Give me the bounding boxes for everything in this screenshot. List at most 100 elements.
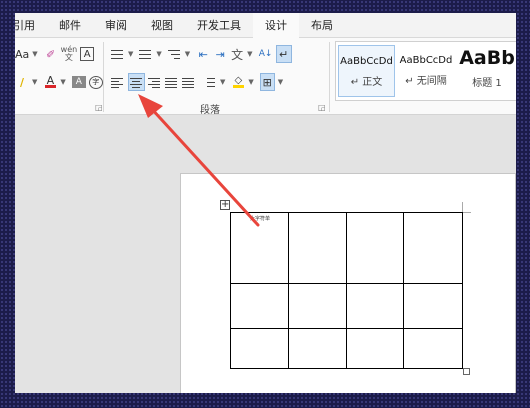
document-area: + 大字符单: [15, 116, 516, 393]
shading-button[interactable]: ◇: [231, 73, 245, 91]
ribbon-tab-bar: 引用 邮件 审阅 视图 开发工具 设计 布局: [15, 13, 516, 38]
show-hide-marks-icon[interactable]: ↵: [275, 45, 292, 63]
character-border-button[interactable]: A: [80, 47, 95, 61]
enclose-characters-button[interactable]: 字: [88, 75, 103, 89]
chevron-down-icon[interactable]: ▼: [156, 50, 161, 58]
table-cell-text: 大字符单: [250, 216, 271, 222]
table-cell[interactable]: [403, 283, 463, 330]
paragraph-group-label: 段落: [200, 105, 220, 116]
word-window: 引用 邮件 审阅 视图 开发工具 设计 布局 Aa ▼ ✐ wén 文 A ∕ …: [15, 13, 516, 393]
table-row: [230, 328, 463, 369]
document-page[interactable]: + 大字符单: [180, 173, 516, 393]
chevron-down-icon[interactable]: ▼: [32, 78, 37, 86]
numbering-icon[interactable]: [139, 45, 153, 63]
chevron-down-icon[interactable]: ▼: [60, 78, 65, 86]
font-color-letter: A: [46, 74, 55, 87]
phonetic-guide-bottom: 文: [64, 53, 73, 62]
styles-gallery: AaBbCcDd ↵ 正文 AaBbCcDd ↵ 无间隔 AaBb 标题 1: [335, 41, 516, 101]
font-group-row-2: ∕ ▼ A ▼ A 字: [15, 72, 106, 92]
table-cell[interactable]: [287, 283, 347, 330]
style-no-spacing[interactable]: AaBbCcDd ↵ 无间隔: [397, 45, 455, 97]
margin-corner-mark: [462, 202, 463, 212]
align-right-icon[interactable]: [148, 73, 162, 91]
chinese-layout-icon[interactable]: 文: [230, 45, 244, 63]
align-right-lines-icon: [148, 77, 160, 88]
chevron-down-icon[interactable]: ▼: [128, 50, 133, 58]
ribbon: Aa ▼ ✐ wén 文 A ∕ ▼ A ▼ A 字 ▼ ▼ ▼ ⇤ ⇥ 文 ▼…: [15, 38, 516, 116]
table-cell[interactable]: [345, 328, 405, 369]
table-cell[interactable]: [230, 328, 289, 369]
line-spacing-lines-icon: [203, 77, 215, 87]
tab-references[interactable]: 引用: [15, 13, 47, 38]
tab-mailings[interactable]: 邮件: [47, 13, 93, 38]
paragraph-dialog-launcher-icon[interactable]: ◲: [318, 103, 326, 112]
style-heading-1-name: 标题 1: [472, 78, 502, 89]
bullets-icon[interactable]: [111, 45, 125, 63]
decrease-indent-icon[interactable]: ⇤: [196, 45, 210, 63]
justify-icon[interactable]: [165, 73, 179, 91]
chevron-down-icon[interactable]: ▼: [32, 50, 37, 58]
chevron-down-icon[interactable]: ▼: [220, 78, 225, 86]
highlight-icon[interactable]: ∕: [15, 73, 29, 91]
align-left-lines-icon: [111, 77, 123, 88]
font-group-row-1: Aa ▼ ✐ wén 文 A: [15, 44, 97, 64]
justify-lines-icon: [165, 77, 177, 88]
group-separator: [329, 42, 330, 112]
tab-developer[interactable]: 开发工具: [185, 13, 253, 38]
document-table[interactable]: 大字符单: [230, 211, 463, 369]
shading-swatch: [232, 85, 244, 88]
multilevel-lines-icon: [167, 49, 180, 59]
table-cell[interactable]: [403, 328, 463, 369]
table-row: 大字符单: [230, 211, 463, 285]
table-cell[interactable]: [230, 283, 289, 330]
group-separator: [103, 42, 104, 112]
table-move-handle-icon[interactable]: +: [220, 200, 230, 210]
clear-formatting-icon[interactable]: ✐: [44, 45, 58, 63]
table-cell[interactable]: 大字符单: [230, 211, 289, 285]
chevron-down-icon[interactable]: ▼: [248, 78, 253, 86]
paragraph-group-row-2: ▼ ◇ ▼ ⊞ ▼: [111, 72, 283, 92]
distributed-icon[interactable]: [182, 73, 196, 91]
numbering-lines-icon: [139, 49, 152, 59]
style-normal-sample: AaBbCcDd: [340, 56, 393, 67]
paragraph-group-row-1: ▼ ▼ ▼ ⇤ ⇥ 文 ▼ A↓ ↵: [111, 44, 295, 64]
font-dialog-launcher-icon[interactable]: ◲: [95, 103, 103, 112]
chevron-down-icon[interactable]: ▼: [247, 50, 252, 58]
character-shading-button[interactable]: A: [71, 76, 86, 88]
margin-corner-mark: [462, 212, 471, 213]
style-no-spacing-sample: AaBbCcDd: [399, 55, 453, 66]
sort-icon[interactable]: A↓: [259, 45, 273, 63]
align-left-icon[interactable]: [111, 73, 125, 91]
table-cell[interactable]: [403, 211, 463, 285]
distributed-lines-icon: [182, 77, 194, 88]
tab-view[interactable]: 视图: [139, 13, 185, 38]
tab-design[interactable]: 设计: [253, 13, 299, 38]
phonetic-guide-button[interactable]: wén 文: [61, 45, 78, 63]
style-heading-1-sample: AaBb: [459, 47, 515, 69]
table-cell[interactable]: [345, 283, 405, 330]
style-no-spacing-name: ↵ 无间隔: [405, 76, 447, 87]
font-color-button[interactable]: A: [43, 73, 57, 91]
tab-review[interactable]: 审阅: [93, 13, 139, 38]
change-case-button[interactable]: Aa: [15, 45, 29, 63]
borders-icon[interactable]: ⊞: [259, 73, 275, 91]
multilevel-list-icon[interactable]: [167, 45, 182, 63]
bullets-lines-icon: [111, 49, 123, 59]
table-cell[interactable]: [345, 211, 405, 285]
paint-bucket-icon: ◇: [234, 75, 243, 86]
chevron-down-icon[interactable]: ▼: [185, 50, 190, 58]
table-row: [230, 283, 463, 330]
table-cell[interactable]: [287, 328, 347, 369]
tab-layout[interactable]: 布局: [299, 13, 345, 38]
chevron-down-icon[interactable]: ▼: [278, 78, 283, 86]
style-normal-name: ↵ 正文: [350, 77, 383, 88]
style-heading-1[interactable]: AaBb 标题 1: [457, 45, 516, 97]
font-color-swatch: [44, 85, 56, 88]
table-cell[interactable]: [287, 211, 347, 285]
align-center-lines-icon: [129, 77, 142, 88]
increase-indent-icon[interactable]: ⇥: [213, 45, 227, 63]
align-center-icon[interactable]: [128, 73, 145, 91]
line-spacing-icon[interactable]: [203, 73, 217, 91]
table-resize-handle[interactable]: [463, 368, 470, 375]
style-normal[interactable]: AaBbCcDd ↵ 正文: [338, 45, 395, 97]
